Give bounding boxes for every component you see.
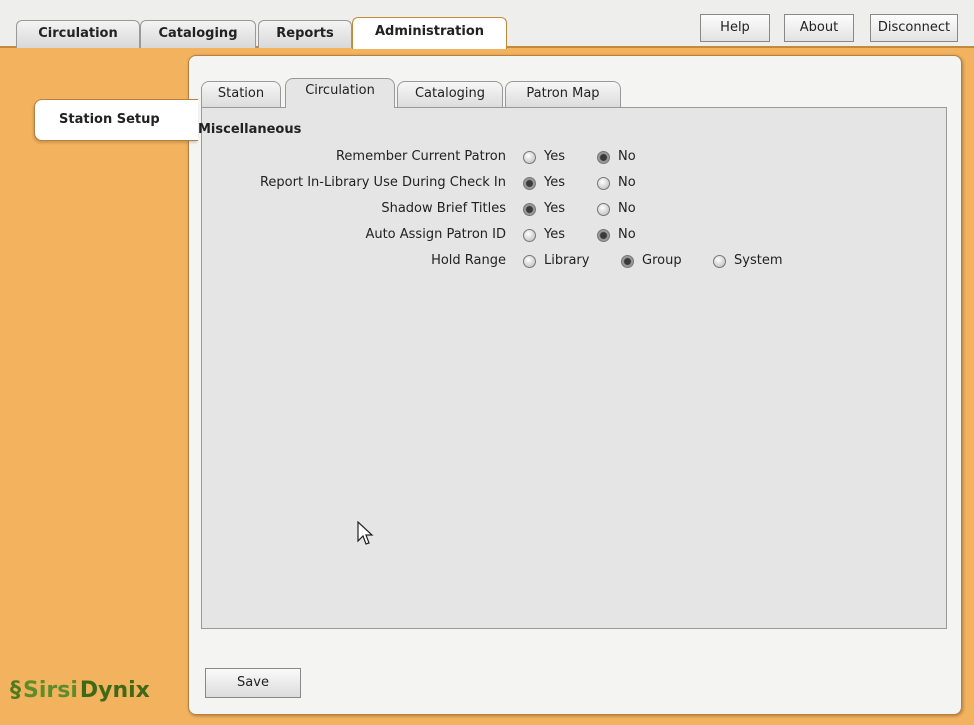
subtab-station[interactable]: Station — [201, 81, 281, 107]
radio-remember-no[interactable]: No — [597, 147, 636, 167]
radio-button-icon[interactable] — [523, 228, 536, 242]
radio-button-icon[interactable] — [523, 150, 536, 164]
mouse-cursor-icon — [357, 521, 374, 545]
radio-label: Yes — [544, 227, 565, 242]
radio-inlibrary-no[interactable]: No — [597, 173, 636, 193]
radio-shadow-yes[interactable]: Yes — [523, 199, 565, 219]
tab-reports[interactable]: Reports — [258, 20, 352, 48]
content-panel: Station Circulation Cataloging Patron Ma… — [188, 55, 962, 715]
app-window: Circulation Cataloging Reports Administr… — [0, 0, 974, 725]
radio-button-icon[interactable] — [597, 150, 610, 164]
radio-shadow-no[interactable]: No — [597, 199, 636, 219]
radio-label: No — [618, 175, 636, 190]
subtab-cataloging[interactable]: Cataloging — [397, 81, 503, 107]
radio-button-icon[interactable] — [523, 254, 536, 268]
section-title: Miscellaneous — [198, 122, 302, 137]
radio-label: Yes — [544, 149, 565, 164]
radio-autoassign-no[interactable]: No — [597, 225, 636, 245]
radio-label: Yes — [544, 201, 565, 216]
radio-label: System — [734, 253, 783, 268]
radio-button-icon[interactable] — [713, 254, 726, 268]
radio-label: Group — [642, 253, 682, 268]
radio-label: Library — [544, 253, 590, 268]
radio-button-icon[interactable] — [597, 228, 610, 242]
setting-label: Shadow Brief Titles — [381, 201, 506, 216]
radio-label: No — [618, 149, 636, 164]
tab-administration[interactable]: Administration — [352, 17, 507, 49]
setting-label: Hold Range — [431, 253, 506, 268]
disconnect-button[interactable]: Disconnect — [870, 14, 958, 42]
setting-label: Report In-Library Use During Check In — [259, 175, 506, 190]
about-button[interactable]: About — [784, 14, 854, 42]
tab-circulation[interactable]: Circulation — [16, 20, 140, 48]
radio-holdrange-library[interactable]: Library — [523, 251, 589, 271]
setting-label: Remember Current Patron — [335, 149, 506, 164]
tab-cataloging[interactable]: Cataloging — [140, 20, 256, 48]
swirl-icon: § — [10, 678, 21, 703]
help-button[interactable]: Help — [700, 14, 770, 42]
radio-remember-yes[interactable]: Yes — [523, 147, 565, 167]
radio-button-icon[interactable] — [597, 176, 610, 190]
setting-label: Auto Assign Patron ID — [365, 227, 506, 242]
radio-label: No — [618, 201, 636, 216]
radio-autoassign-yes[interactable]: Yes — [523, 225, 565, 245]
save-button[interactable]: Save — [205, 668, 301, 698]
logo-text-sirsi: Sirsi — [23, 678, 78, 703]
radio-button-icon[interactable] — [597, 202, 610, 216]
logo-text-dynix: Dynix — [79, 678, 150, 703]
radio-button-icon[interactable] — [523, 202, 536, 216]
radio-button-icon[interactable] — [621, 254, 634, 268]
sirsidynix-logo: § Sirsi Dynix — [10, 678, 150, 703]
radio-label: No — [618, 227, 636, 242]
radio-label: Yes — [544, 175, 565, 190]
sidebar-item-station-setup[interactable]: Station Setup — [34, 99, 198, 141]
radio-inlibrary-yes[interactable]: Yes — [523, 173, 565, 193]
subtab-patron-map[interactable]: Patron Map — [505, 81, 621, 107]
radio-holdrange-group[interactable]: Group — [621, 251, 682, 271]
subtab-circulation[interactable]: Circulation — [285, 78, 395, 108]
radio-holdrange-system[interactable]: System — [713, 251, 782, 271]
radio-button-icon[interactable] — [523, 176, 536, 190]
